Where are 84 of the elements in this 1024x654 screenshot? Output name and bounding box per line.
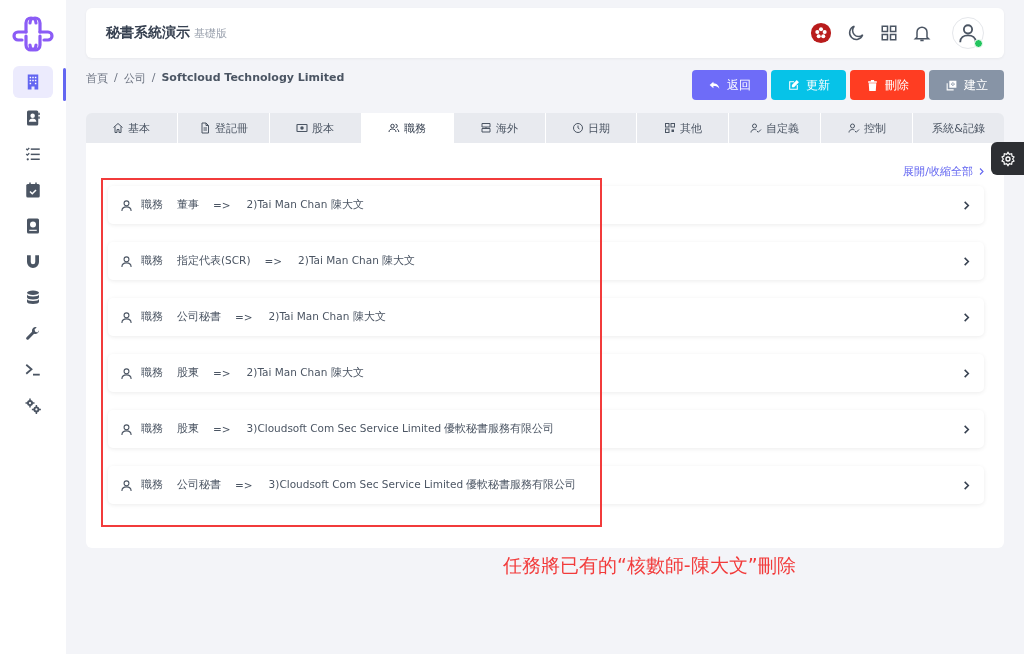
chevron-right-icon (977, 166, 986, 176)
user-check-icon (847, 122, 860, 134)
tab[interactable]: 系統&記錄 (913, 113, 1005, 143)
grid-icon[interactable] (880, 24, 898, 42)
breadcrumb-link[interactable]: Softcloud Technology Limited (161, 71, 345, 86)
magnet-icon (24, 253, 42, 271)
position-row[interactable]: 職務 股東 => 2)Tai Man Chan 陳大文 (108, 354, 984, 392)
breadcrumb-separator: / (151, 71, 156, 86)
chevron-right-icon (961, 479, 972, 491)
user-icon (957, 22, 979, 44)
terminal-icon (24, 361, 42, 379)
checklist-icon (24, 145, 42, 163)
arrow-text: => (264, 255, 283, 267)
user-icon (120, 422, 133, 436)
user-icon (120, 310, 133, 324)
arrow-text: => (213, 423, 231, 435)
sidebar-item[interactable] (13, 66, 53, 98)
user-check-icon (750, 122, 763, 134)
book-icon (24, 217, 42, 235)
position-row[interactable]: 職務 董事 => 2)Tai Man Chan 陳大文 (108, 186, 984, 224)
document-icon (198, 122, 211, 134)
user-icon (120, 254, 133, 268)
position-label: 職務 (141, 254, 163, 268)
chevron-right-icon (961, 423, 972, 435)
position-row[interactable]: 職務 公司秘書 => 2)Tai Man Chan 陳大文 (108, 298, 984, 336)
tab[interactable]: 職務 (361, 113, 454, 143)
clock-icon (572, 122, 584, 134)
role-name: 公司秘書 (177, 310, 221, 324)
banknote-icon (296, 122, 309, 134)
expand-collapse-link[interactable]: 展開/收縮全部 (903, 163, 986, 179)
copy-plus-icon (945, 78, 958, 92)
chevron-right-icon (961, 311, 972, 323)
users-icon (388, 122, 401, 134)
edition-label: 基礎版 (194, 25, 227, 41)
contact-card-icon (24, 109, 42, 127)
person-name: 2)Tai Man Chan 陳大文 (298, 254, 416, 268)
person-name: 3)Cloudsoft Com Sec Service Limited 優軟秘書服務有限公司 (268, 478, 577, 492)
position-label: 職務 (141, 198, 163, 212)
breadcrumb-separator: / (114, 71, 118, 86)
person-name: 2)Tai Man Chan 陳大文 (268, 310, 386, 324)
delete-button[interactable]: 刪除 (850, 70, 925, 100)
breadcrumb-link[interactable]: 公司 (123, 71, 146, 86)
position-row[interactable]: 職務 股東 => 3)Cloudsoft Com Sec Service Limited 優軟秘書服務有限公司 (108, 410, 984, 448)
role-name: 董事 (177, 198, 199, 212)
back-button[interactable]: 返回 (692, 70, 767, 100)
position-label: 職務 (141, 310, 163, 324)
flag-icon[interactable] (810, 22, 832, 44)
role-name: 指定代表(SCR) (177, 254, 251, 268)
calendar-check-icon (24, 181, 42, 199)
person-name: 2)Tai Man Chan 陳大文 (246, 366, 364, 380)
moon-icon[interactable] (846, 23, 866, 43)
person-name: 2)Tai Man Chan 陳大文 (246, 198, 364, 212)
settings-icon (999, 150, 1016, 167)
database-icon (24, 289, 42, 307)
position-label: 職務 (141, 366, 163, 380)
house-icon (112, 122, 125, 134)
wrench-icon (24, 325, 42, 343)
role-name: 公司秘書 (177, 478, 221, 492)
breadcrumb-link[interactable]: 首頁 (86, 71, 108, 86)
chevron-right-icon (961, 199, 972, 211)
signpost-icon (480, 122, 493, 134)
role-name: 股東 (177, 366, 199, 380)
app-title: 秘書系統演示 (106, 24, 190, 42)
arrow-text: => (213, 367, 231, 379)
position-row[interactable]: 職務 指定代表(SCR) => 2)Tai Man Chan 陳大文 (108, 242, 984, 280)
chevron-right-icon (961, 367, 972, 379)
edit-icon (787, 78, 800, 92)
position-row[interactable]: 職務 公司秘書 => 3)Cloudsoft Com Sec Service Limited 優軟秘書服務有限公司 (108, 466, 984, 504)
settings-button[interactable] (991, 142, 1024, 175)
position-label: 職務 (141, 478, 163, 492)
user-icon (120, 198, 133, 212)
chevron-right-icon (961, 255, 972, 267)
grid-icon (663, 122, 676, 134)
trash-icon (866, 78, 879, 92)
position-label: 職務 (141, 422, 163, 436)
user-icon (120, 478, 133, 492)
arrow-text: => (213, 199, 231, 211)
role-name: 股東 (177, 422, 199, 436)
annotation-text: 任務將已有的“核數師-陳大文”刪除 (502, 553, 797, 578)
sidebar-active-indicator (63, 68, 66, 101)
user-icon (120, 366, 133, 380)
person-name: 3)Cloudsoft Com Sec Service Limited 優軟秘書服務有限公司 (246, 422, 555, 436)
arrow-text: => (235, 311, 253, 323)
arrow-text: => (235, 479, 253, 491)
